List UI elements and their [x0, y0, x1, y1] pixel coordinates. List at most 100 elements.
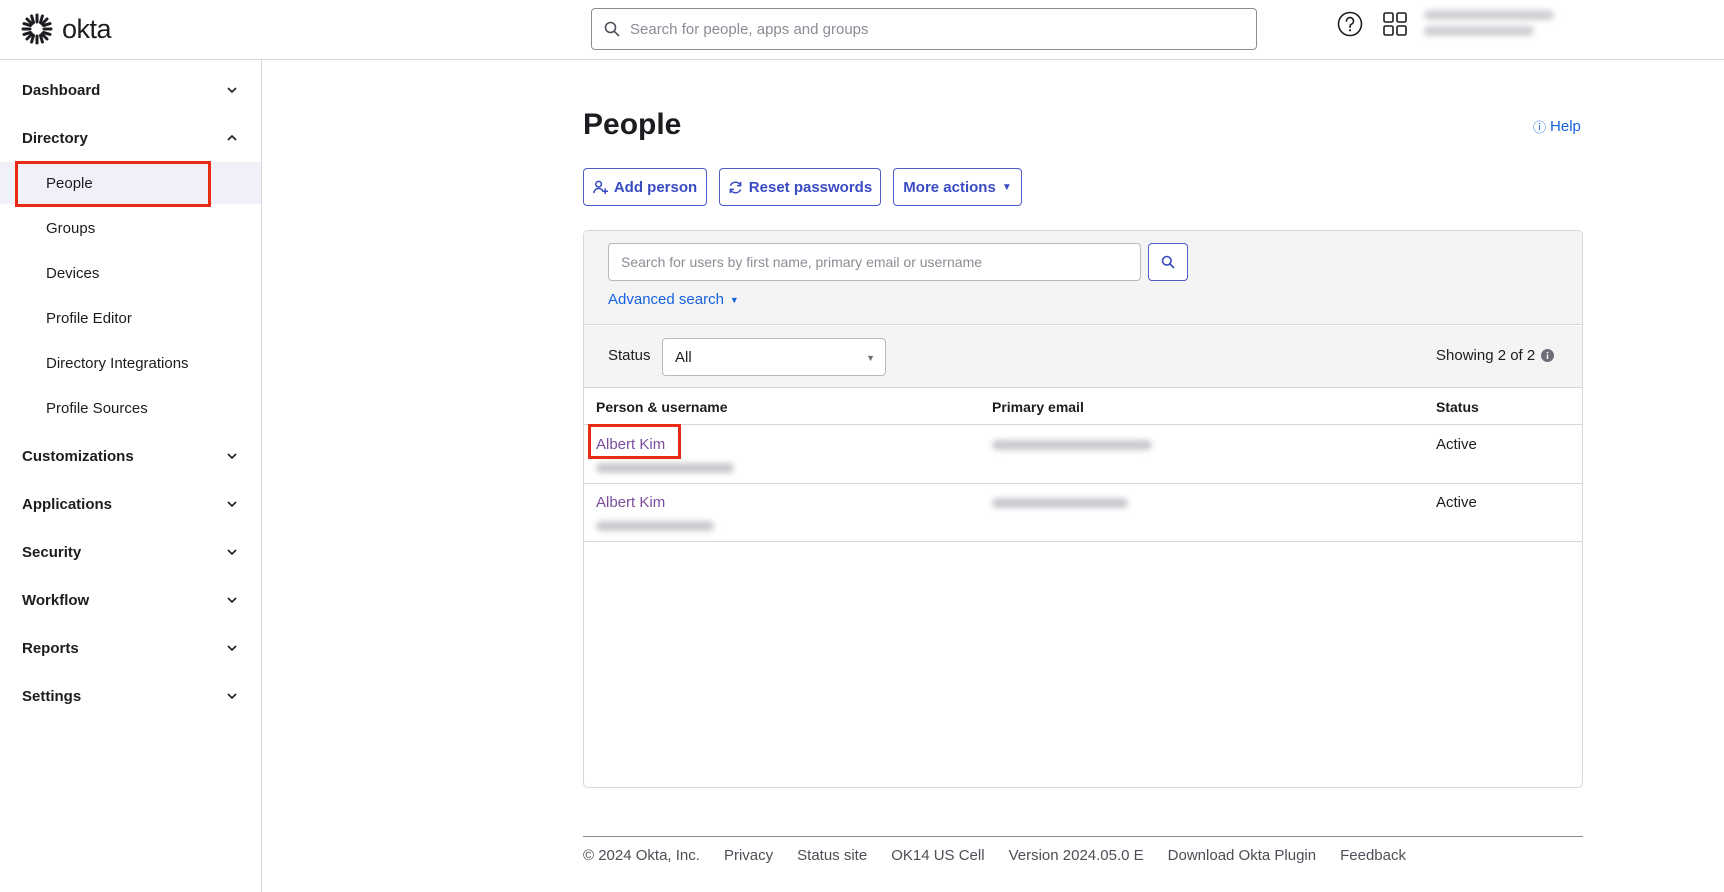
footer-copyright: © 2024 Okta, Inc.	[583, 847, 700, 864]
sidebar-section-label: Customizations	[22, 447, 134, 465]
advanced-search-label: Advanced search	[608, 291, 724, 308]
sidebar-item-directory-integrations[interactable]: Directory Integrations	[0, 342, 261, 384]
status-value: Active	[1436, 494, 1477, 511]
chevron-down-icon	[227, 501, 237, 508]
okta-logo[interactable]: okta	[20, 12, 112, 46]
table-row: Albert Kim Active	[584, 484, 1582, 542]
footer-cell: OK14 US Cell	[891, 847, 985, 864]
sidebar-item-devices[interactable]: Devices	[0, 252, 261, 294]
footer-link-download-plugin[interactable]: Download Okta Plugin	[1168, 847, 1316, 864]
sidebar-item-profile-sources[interactable]: Profile Sources	[0, 387, 261, 429]
info-icon[interactable]	[1541, 349, 1555, 362]
table-header: Person & username Primary email Status	[584, 389, 1582, 425]
status-value: Active	[1436, 436, 1477, 453]
sidebar-item-groups[interactable]: Groups	[0, 207, 261, 249]
status-filter-value: All	[675, 348, 692, 366]
add-user-icon	[593, 180, 608, 194]
redacted-username	[596, 463, 734, 473]
reset-passwords-label: Reset passwords	[748, 178, 873, 196]
sidebar-section-label: Settings	[22, 687, 82, 705]
user-search-input[interactable]	[621, 254, 1128, 274]
logo-text: okta	[62, 13, 112, 44]
filter-bar: Status All ▼ Showing 2 of 2	[584, 326, 1582, 388]
redacted-username	[596, 521, 714, 531]
global-search-input[interactable]	[630, 20, 1230, 38]
chevron-down-icon	[227, 87, 237, 94]
app-switcher-icon[interactable]	[1382, 11, 1408, 37]
sidebar-section-reports[interactable]: Reports	[0, 630, 262, 666]
chevron-down-icon	[227, 549, 237, 556]
help-link[interactable]: ⓘ Help	[1533, 117, 1581, 136]
column-header-person: Person & username	[596, 399, 728, 415]
sidebar-item-people[interactable]: People	[0, 162, 261, 204]
chevron-down-icon	[227, 597, 237, 604]
chevron-down-icon	[227, 645, 237, 652]
sidebar-section-applications[interactable]: Applications	[0, 486, 262, 522]
search-icon	[604, 21, 620, 37]
sidebar-section-label: Applications	[22, 495, 113, 513]
chevron-down-icon	[227, 453, 237, 460]
status-filter-select[interactable]: All ▼	[662, 338, 886, 376]
sidebar-section-label: Dashboard	[22, 81, 101, 99]
help-icon[interactable]	[1337, 11, 1363, 37]
search-area: Advanced search ▼	[584, 231, 1582, 325]
redacted-email	[992, 440, 1152, 450]
footer-link-status-site[interactable]: Status site	[797, 847, 867, 864]
sidebar: Dashboard Directory People Groups Device…	[0, 60, 262, 892]
sidebar-item-label: Profile Sources	[46, 399, 148, 417]
info-icon: ⓘ	[1533, 120, 1547, 135]
sidebar-item-profile-editor[interactable]: Profile Editor	[0, 297, 261, 339]
sidebar-item-label: Directory Integrations	[46, 354, 189, 372]
sidebar-section-label: Reports	[22, 639, 79, 657]
refresh-icon	[729, 181, 742, 193]
user-search-field[interactable]	[608, 243, 1141, 281]
footer-version: Version 2024.05.0 E	[1008, 847, 1144, 864]
sidebar-item-label: Groups	[46, 219, 96, 237]
add-person-button[interactable]: Add person	[583, 168, 707, 206]
redacted-email	[992, 498, 1128, 508]
chevron-down-icon	[227, 693, 237, 700]
caret-down-icon: ▼	[729, 294, 739, 305]
column-header-email: Primary email	[992, 399, 1084, 415]
advanced-search-toggle[interactable]: Advanced search ▼	[608, 291, 739, 308]
person-name-link[interactable]: Albert Kim	[596, 436, 665, 453]
more-actions-label: More actions	[903, 178, 996, 196]
sidebar-section-label: Workflow	[22, 591, 90, 609]
global-search[interactable]	[591, 8, 1257, 50]
result-count-text: Showing 2 of 2	[1436, 347, 1536, 364]
sidebar-item-label: Profile Editor	[46, 309, 132, 327]
help-link-label: Help	[1550, 118, 1581, 135]
sidebar-section-settings[interactable]: Settings	[0, 678, 262, 714]
person-name-link[interactable]: Albert Kim	[596, 494, 665, 511]
reset-passwords-button[interactable]: Reset passwords	[719, 168, 881, 206]
sidebar-section-dashboard[interactable]: Dashboard	[0, 72, 262, 108]
sidebar-section-label: Security	[22, 543, 82, 561]
sidebar-section-directory[interactable]: Directory	[0, 120, 262, 156]
sidebar-section-security[interactable]: Security	[0, 534, 262, 570]
more-actions-button[interactable]: More actions ▼	[893, 168, 1022, 206]
add-person-label: Add person	[613, 178, 698, 196]
footer: © 2024 Okta, Inc. Privacy Status site OK…	[583, 847, 1406, 864]
sidebar-section-label: Directory	[22, 129, 88, 147]
status-filter-label: Status	[608, 347, 651, 364]
table-row: Albert Kim Active	[584, 426, 1582, 484]
sidebar-section-customizations[interactable]: Customizations	[0, 438, 262, 474]
footer-divider	[583, 836, 1583, 837]
chevron-up-icon	[227, 134, 237, 141]
column-header-status: Status	[1436, 399, 1479, 415]
okta-sunburst-icon	[21, 13, 53, 45]
caret-down-icon: ▼	[1001, 181, 1012, 193]
caret-down-icon: ▼	[866, 353, 875, 363]
top-bar: okta	[0, 0, 1724, 60]
footer-link-privacy[interactable]: Privacy	[724, 847, 773, 864]
sidebar-section-workflow[interactable]: Workflow	[0, 582, 262, 618]
user-menu[interactable]	[1424, 10, 1564, 44]
sidebar-item-label: People	[46, 174, 93, 192]
footer-link-feedback[interactable]: Feedback	[1340, 847, 1406, 864]
sidebar-item-label: Devices	[46, 264, 100, 282]
search-icon	[1161, 255, 1175, 269]
page-title: People	[583, 108, 682, 141]
search-button[interactable]	[1148, 243, 1188, 281]
result-count: Showing 2 of 2	[1436, 347, 1555, 364]
people-panel: Advanced search ▼ Status All ▼ Showing 2…	[583, 230, 1583, 788]
